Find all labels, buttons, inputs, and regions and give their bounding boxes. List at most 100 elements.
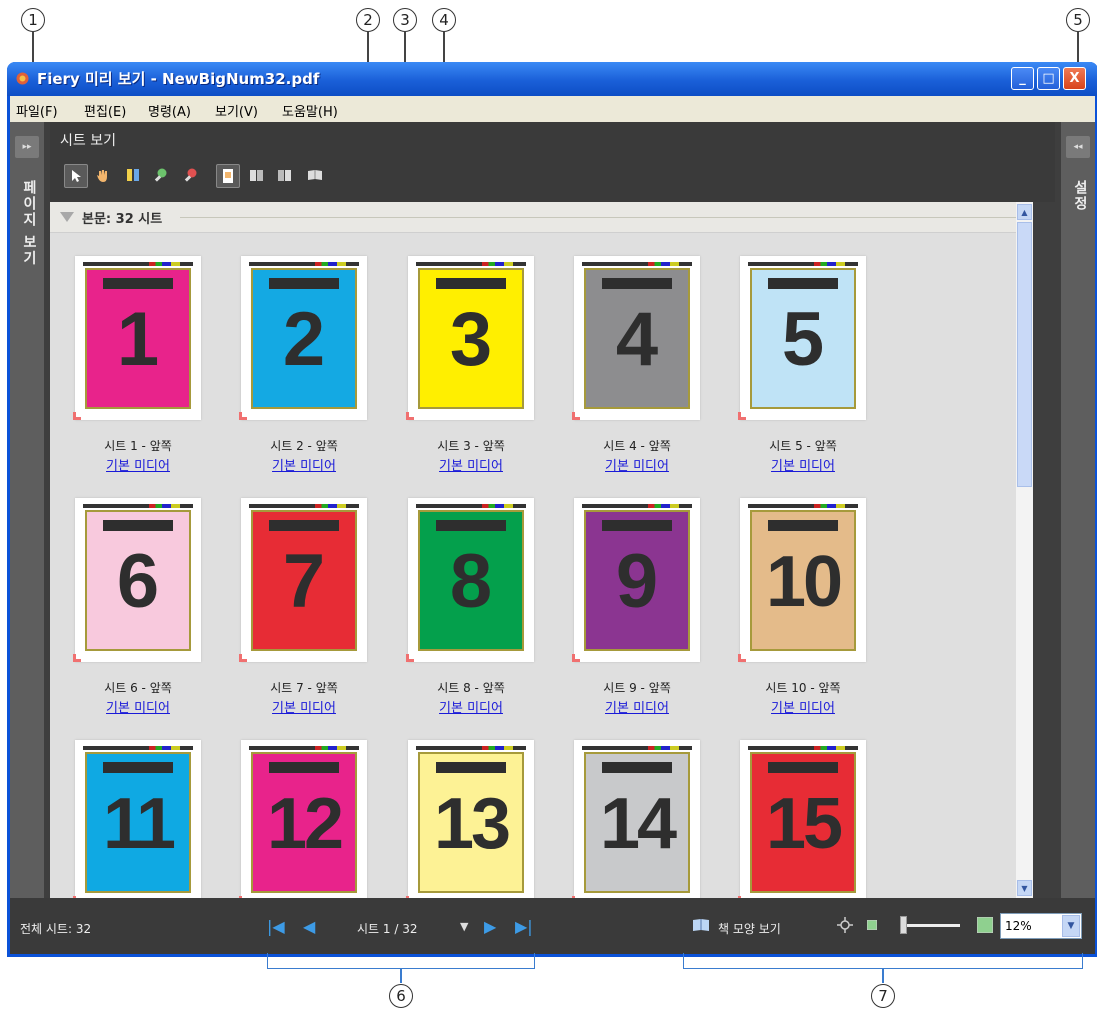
- callout-1: 1: [21, 8, 45, 32]
- media-link[interactable]: 기본 미디어: [241, 455, 367, 474]
- sheet-thumbnail[interactable]: 14: [572, 740, 700, 898]
- first-sheet-icon[interactable]: |◀: [267, 917, 285, 936]
- color-bar-strip: [249, 262, 359, 266]
- hand-pan-icon[interactable]: [92, 164, 114, 186]
- zoom-in-icon[interactable]: [150, 164, 172, 186]
- media-link[interactable]: 기본 미디어: [75, 455, 201, 474]
- menu-file[interactable]: 파일(F): [16, 101, 58, 120]
- corner-mark-icon: [73, 412, 81, 420]
- sheet-number: 13: [433, 784, 511, 864]
- book-icon[interactable]: [304, 164, 326, 186]
- callout-bracket-6: [267, 953, 535, 969]
- sheet-label: 시트 10 - 앞쪽: [765, 681, 841, 695]
- media-link[interactable]: 기본 미디어: [740, 455, 866, 474]
- sheet-label: 시트 4 - 앞쪽: [603, 439, 671, 453]
- settings-label[interactable]: 설정: [1070, 180, 1090, 212]
- sheet-thumbnail[interactable]: 12: [239, 740, 367, 898]
- zoom-value: 12%: [1005, 919, 1032, 933]
- sheet-caption: 시트 7 - 앞쪽 기본 미디어: [241, 679, 367, 716]
- sheet-caption: 시트 8 - 앞쪽 기본 미디어: [408, 679, 534, 716]
- zoom-out-icon[interactable]: [180, 164, 202, 186]
- client-area: ▸▸ 페이지 보기 ◂◂ 설정 시트 보기 본문: 32 시트 1 시트 1 -…: [10, 122, 1095, 954]
- expand-page-view-button[interactable]: ▸▸: [15, 136, 39, 158]
- color-bar-strip: [582, 746, 692, 750]
- page-view-panel: ▸▸ 페이지 보기: [10, 122, 44, 898]
- book-view-button[interactable]: 책 모양 보기: [718, 920, 781, 937]
- insert-before-icon[interactable]: [246, 164, 268, 186]
- media-link[interactable]: 기본 미디어: [75, 697, 201, 716]
- split-sheet-icon[interactable]: [122, 164, 144, 186]
- zoom-large-icon[interactable]: [977, 917, 993, 933]
- color-bar-strip: [249, 504, 359, 508]
- next-sheet-icon[interactable]: ▶: [484, 917, 496, 936]
- maximize-button[interactable]: □: [1037, 67, 1060, 90]
- sheet-thumbnail[interactable]: 4: [572, 256, 700, 420]
- media-link[interactable]: 기본 미디어: [408, 455, 534, 474]
- select-arrow-icon[interactable]: [64, 164, 88, 188]
- book-view-icon[interactable]: [692, 918, 710, 932]
- corner-mark-icon: [738, 412, 746, 420]
- scroll-up-icon[interactable]: ▲: [1017, 204, 1032, 220]
- sheet-thumbnail[interactable]: 8: [406, 498, 534, 662]
- zoom-slider-handle[interactable]: [900, 916, 907, 934]
- media-link[interactable]: 기본 미디어: [740, 697, 866, 716]
- page-view-label[interactable]: 페이지 보기: [19, 180, 39, 267]
- sheet-caption: 시트 6 - 앞쪽 기본 미디어: [75, 679, 201, 716]
- menu-help[interactable]: 도움말(H): [282, 101, 338, 120]
- menu-edit[interactable]: 편집(E): [84, 101, 126, 120]
- sheet-thumbnail[interactable]: 6: [73, 498, 201, 662]
- sheet-thumbnail[interactable]: 9: [572, 498, 700, 662]
- scroll-down-icon[interactable]: ▼: [1017, 880, 1032, 896]
- fit-page-icon[interactable]: [836, 916, 854, 934]
- sheet-thumbnail[interactable]: 15: [738, 740, 866, 898]
- zoom-select[interactable]: 12% ▼: [1000, 913, 1082, 939]
- media-link[interactable]: 기본 미디어: [408, 697, 534, 716]
- fiery-app-icon: [16, 72, 29, 85]
- sheet-page: 10: [750, 510, 856, 651]
- page-icon[interactable]: [216, 164, 240, 188]
- sheet-page: 2: [251, 268, 357, 409]
- sheet-thumbnail[interactable]: 10: [738, 498, 866, 662]
- last-sheet-icon[interactable]: ▶|: [515, 917, 533, 936]
- callout-7: 7: [871, 984, 895, 1008]
- sheet-label: 시트 9 - 앞쪽: [603, 681, 671, 695]
- sheet-thumbnail[interactable]: 7: [239, 498, 367, 662]
- sheet-position: 시트 1 / 32: [357, 922, 418, 936]
- scroll-thumb[interactable]: [1017, 222, 1032, 487]
- collapse-triangle-icon[interactable]: [60, 212, 74, 222]
- sheet-caption: 시트 10 - 앞쪽기본 미디어: [740, 679, 866, 716]
- insert-after-icon[interactable]: [274, 164, 296, 186]
- zoom-small-icon[interactable]: [867, 920, 877, 930]
- sheet-dropdown-icon[interactable]: ▼: [460, 920, 468, 933]
- sheet-number: 1: [116, 297, 160, 382]
- expand-settings-button[interactable]: ◂◂: [1066, 136, 1090, 158]
- zoom-dropdown-icon[interactable]: ▼: [1062, 915, 1080, 937]
- sheet-thumbnail[interactable]: 5: [738, 256, 866, 420]
- close-button[interactable]: X: [1063, 67, 1086, 90]
- callout-bracket-7: [683, 953, 1083, 969]
- menu-actions[interactable]: 명령(A): [148, 101, 191, 120]
- page-header-bar: [602, 278, 672, 289]
- vertical-scrollbar[interactable]: ▲ ▼: [1016, 202, 1033, 898]
- sheet-thumbnail[interactable]: 1: [73, 256, 201, 420]
- corner-mark-icon: [406, 654, 414, 662]
- section-header[interactable]: 본문: 32 시트: [50, 202, 1033, 233]
- zoom-slider-track[interactable]: [900, 924, 960, 927]
- sheet-thumbnail[interactable]: 13: [406, 740, 534, 898]
- previous-sheet-icon[interactable]: ◀: [303, 917, 315, 936]
- page-header-bar: [602, 762, 672, 773]
- sheet-thumbnail[interactable]: 11: [73, 740, 201, 898]
- sheet-page: 7: [251, 510, 357, 651]
- color-bar-strip: [83, 504, 193, 508]
- media-link[interactable]: 기본 미디어: [574, 697, 700, 716]
- minimize-button[interactable]: _: [1011, 67, 1034, 90]
- media-link[interactable]: 기본 미디어: [574, 455, 700, 474]
- sheet-thumbnail[interactable]: 3: [406, 256, 534, 420]
- sheet-thumbnail[interactable]: 2: [239, 256, 367, 420]
- menu-view[interactable]: 보기(V): [215, 101, 258, 120]
- sheet-thumbnails-area: 본문: 32 시트 1 시트 1 - 앞쪽 기본 미디어 2 시트 2 - 앞쪽 기본 미…: [50, 202, 1033, 898]
- sheet-number: 4: [615, 297, 659, 382]
- media-link[interactable]: 기본 미디어: [241, 697, 367, 716]
- color-bar-strip: [416, 504, 526, 508]
- callout-leader-7: [882, 969, 884, 983]
